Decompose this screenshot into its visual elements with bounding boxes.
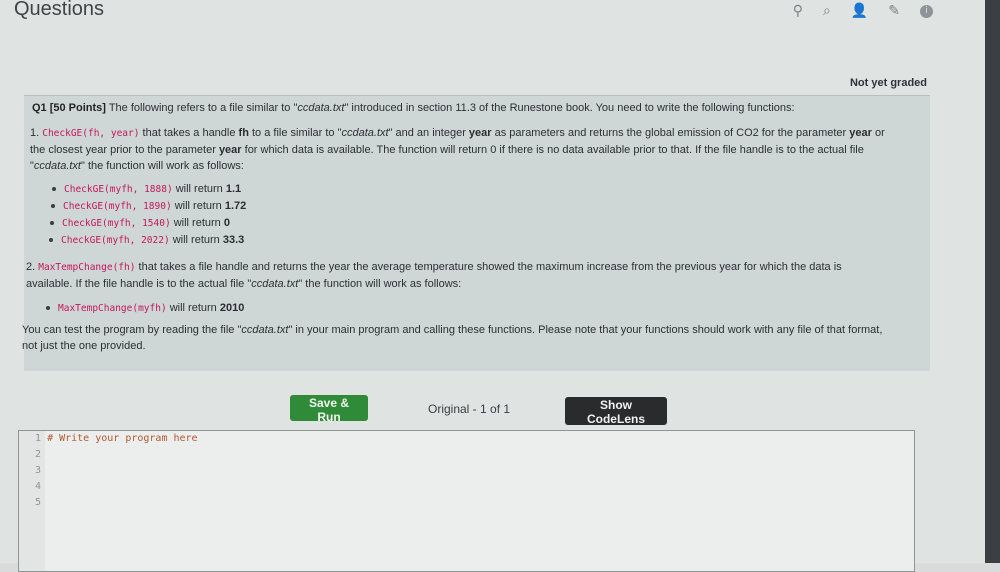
toolbar: ⚲ ⌕ 👤 ✎ i	[793, 3, 933, 19]
example-2: CheckGE(myfh, 1890) will return 1.72	[51, 200, 246, 212]
code-editor[interactable]: 1 # Write your program here 2 3 4 5	[18, 430, 915, 572]
user-icon[interactable]: 👤	[851, 3, 868, 19]
line-gutter	[19, 431, 45, 571]
info-icon[interactable]: i	[920, 4, 933, 18]
show-codelens-button[interactable]: Show CodeLens	[565, 397, 667, 426]
editor-line[interactable]: 4	[35, 481, 41, 492]
version-label[interactable]: Original - 1 of 1	[428, 402, 510, 416]
footer-note: You can test the program by reading the …	[22, 324, 883, 352]
part2-text: 2. MaxTempChange(fh) that takes a file h…	[26, 261, 842, 290]
part1-text: 1. CheckGE(fh, year) that takes a handle…	[30, 127, 885, 172]
example-1: CheckGE(myfh, 1888) will return 1.1	[52, 183, 241, 195]
question-intro: Q1 [50 Points] The following refers to a…	[32, 102, 795, 114]
editor-line[interactable]: 5	[35, 497, 41, 508]
screen-bezel	[985, 0, 1000, 563]
example-4: CheckGE(myfh, 2022) will return 33.3	[49, 234, 244, 246]
save-run-button[interactable]: Save & Run	[290, 395, 368, 424]
example-3: CheckGE(myfh, 1540) will return 0	[50, 217, 230, 229]
editor-line[interactable]: 2	[35, 449, 41, 460]
editor-line[interactable]: 1 # Write your program here	[35, 433, 198, 444]
question-panel: Q1 [50 Points] The following refers to a…	[22, 95, 930, 371]
pin-icon[interactable]: ⚲	[793, 3, 803, 19]
page: Questions ⚲ ⌕ 👤 ✎ i Not yet graded Q1 [5…	[0, 0, 985, 572]
pencil-icon[interactable]: ✎	[888, 3, 900, 19]
editor-line[interactable]: 3	[35, 465, 41, 476]
page-title: Questions	[14, 0, 105, 20]
grading-status: Not yet graded	[849, 77, 927, 89]
example-5: MaxTempChange(myfh) will return 2010	[46, 302, 244, 314]
search-icon[interactable]: ⌕	[823, 3, 831, 19]
